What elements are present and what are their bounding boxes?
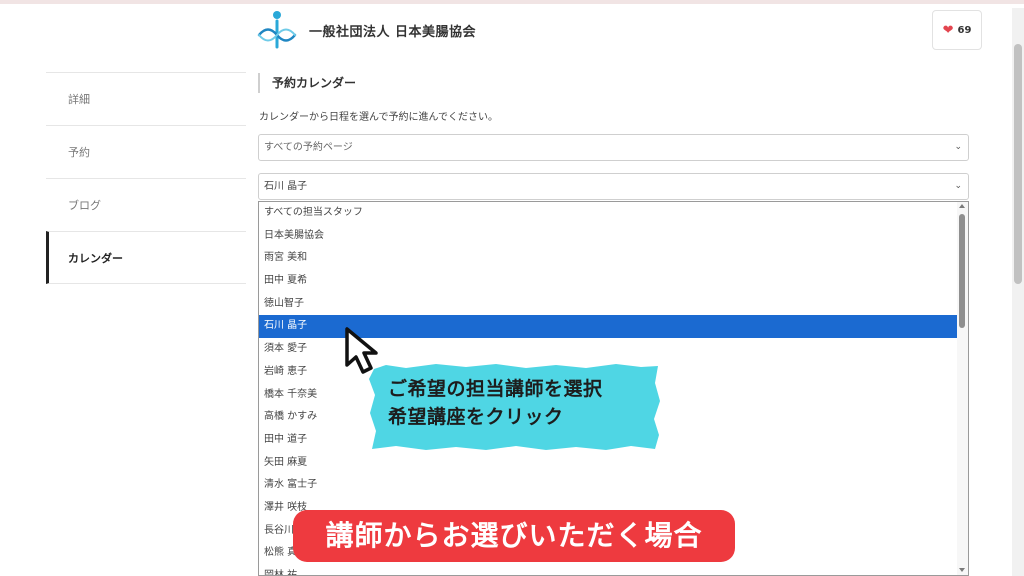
staff-option[interactable]: すべての担当スタッフ [259, 202, 959, 225]
sidebar-item-label: 予約 [68, 146, 90, 159]
staff-option[interactable]: 徳山智子 [259, 293, 959, 316]
sidebar-item-reservation[interactable]: 予約 [46, 125, 246, 178]
reservation-page-select-value: すべての予約ページ [264, 142, 353, 153]
staff-option[interactable]: 雨宮 美和 [259, 247, 959, 270]
page-scrollbar-thumb[interactable] [1014, 44, 1022, 284]
staff-option[interactable]: 清水 富士子 [259, 474, 959, 497]
instruction-callout: ご希望の担当講師を選択 希望講座をクリック [366, 363, 662, 451]
like-button[interactable]: ❤ 69 [932, 10, 982, 50]
chevron-down-icon: ⌄ [954, 181, 962, 191]
sidebar-item-label: カレンダー [68, 251, 123, 265]
staff-option[interactable]: 田中 夏希 [259, 270, 959, 293]
scroll-down-arrow-icon[interactable] [959, 568, 965, 572]
org-name[interactable]: 一般社団法人 日本美腸協会 [309, 21, 476, 40]
sidebar-item-blog[interactable]: ブログ [46, 178, 246, 231]
sidebar-item-label: 詳細 [68, 93, 90, 106]
scroll-up-arrow-icon[interactable] [959, 204, 965, 208]
dropdown-scrollbar-thumb[interactable] [959, 214, 965, 328]
staff-option[interactable]: 矢田 麻夏 [259, 452, 959, 475]
page-scrollbar[interactable] [1012, 8, 1024, 576]
sidebar-item-details[interactable]: 詳細 [46, 72, 246, 125]
section-title: 予約カレンダー [258, 73, 356, 93]
staff-select[interactable]: 石川 晶子 ⌄ [258, 173, 969, 200]
chevron-down-icon: ⌄ [954, 142, 962, 152]
header: 一般社団法人 日本美腸協会 [255, 10, 476, 50]
callout-line: 希望講座をクリック [388, 406, 564, 428]
dropdown-scrollbar[interactable] [957, 202, 968, 575]
org-logo-icon[interactable] [255, 10, 299, 50]
sidebar-item-label: ブログ [68, 199, 101, 212]
callout-line: ご希望の担当講師を選択 [388, 378, 603, 400]
sidebar-nav: 詳細 予約 ブログ カレンダー [46, 72, 246, 284]
staff-select-value: 石川 晶子 [264, 181, 308, 192]
top-rule [0, 0, 1024, 4]
sidebar-item-calendar[interactable]: カレンダー [46, 231, 246, 284]
callout-text: ご希望の担当講師を選択 希望講座をクリック [388, 375, 603, 431]
page: 一般社団法人 日本美腸協会 ❤ 69 詳細 予約 ブログ カレンダー 予約カレン… [0, 0, 1024, 576]
section-description: カレンダーから日程を選んで予約に進んでください。 [259, 112, 498, 123]
like-count: 69 [957, 24, 972, 36]
caption-banner: 講師からお選びいただく場合 [293, 510, 735, 562]
heart-icon: ❤ [942, 22, 954, 38]
staff-option[interactable]: 日本美腸協会 [259, 225, 959, 248]
reservation-page-select[interactable]: すべての予約ページ ⌄ [258, 134, 969, 161]
staff-option[interactable]: 岡林 祐 [259, 565, 959, 575]
